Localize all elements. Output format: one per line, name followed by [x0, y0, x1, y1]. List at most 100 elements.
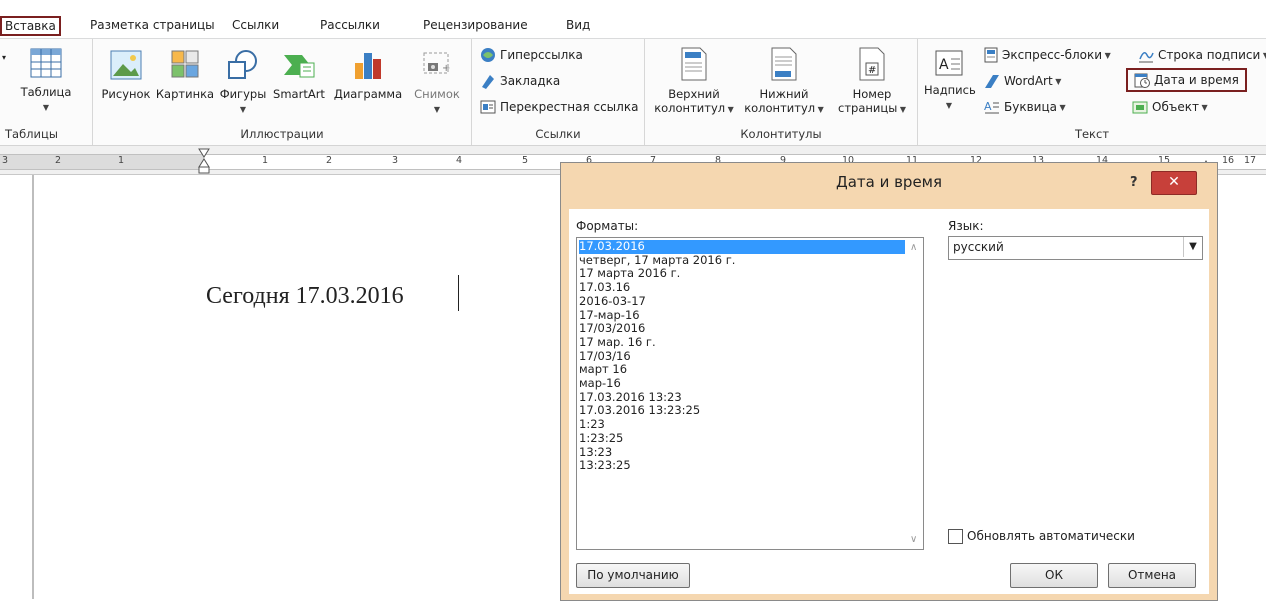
datetime-button[interactable]: Дата и время — [1126, 68, 1247, 92]
table-button[interactable]: Таблица ▼ — [8, 47, 84, 113]
table-icon — [30, 48, 62, 78]
tab-references[interactable]: Ссылки — [232, 18, 279, 32]
format-item[interactable]: 17.03.16 — [579, 280, 630, 295]
screenshot-button[interactable]: + Снимок ▼ — [407, 49, 467, 115]
clipart-button-label: Картинка — [155, 87, 215, 101]
shapes-button[interactable]: Фигуры ▼ — [217, 49, 269, 115]
help-icon[interactable]: ? — [1130, 175, 1138, 190]
svg-text:+: + — [442, 63, 450, 74]
group-text: A Надпись ▼ Экспресс-блоки ▼ WordArt ▼ A… — [918, 39, 1266, 145]
wordart-dropdown-icon: ▼ — [1052, 76, 1062, 86]
table-button-label: Таблица — [20, 85, 72, 99]
clipart-icon — [171, 50, 199, 78]
format-item[interactable]: 13:23:25 — [579, 458, 631, 473]
signature-line-button[interactable]: Строка подписи ▼ — [1138, 47, 1266, 63]
ruler-number: 1 — [118, 155, 125, 166]
tab-review[interactable]: Рецензирование — [423, 18, 528, 32]
textbox-icon: A — [935, 50, 963, 76]
dropcap-button[interactable]: A Буквица ▼ — [984, 99, 1066, 115]
ruler-number: 2 — [55, 155, 62, 166]
format-item[interactable]: 17/03/2016 — [579, 321, 645, 336]
ruler-number: 4 — [456, 155, 463, 166]
default-button[interactable]: По умолчанию — [576, 563, 690, 588]
format-item[interactable]: март 16 — [579, 363, 627, 377]
ruler-number: 2 — [326, 155, 333, 166]
table-dropdown-icon: ▼ — [42, 103, 50, 112]
page-number-button[interactable]: # Номер страницы ▼ — [831, 47, 913, 115]
chart-button-label: Диаграмма — [333, 87, 403, 101]
group-header-footer: Верхний колонтитул ▼ Нижний колонтитул ▼… — [645, 39, 918, 145]
datetime-label: Дата и время — [1154, 73, 1239, 87]
quickparts-label: Экспресс-блоки — [1002, 48, 1103, 62]
format-item[interactable]: четверг, 17 марта 2016 г. — [579, 253, 735, 268]
chart-icon — [355, 53, 381, 79]
close-button[interactable]: ✕ — [1151, 171, 1197, 195]
footer-icon — [771, 47, 797, 81]
header-button[interactable]: Верхний колонтитул ▼ — [651, 47, 737, 115]
ok-button[interactable]: ОК — [1010, 563, 1098, 588]
quickparts-button[interactable]: Экспресс-блоки ▼ — [984, 47, 1111, 63]
tab-view[interactable]: Вид — [566, 18, 590, 32]
tab-insert[interactable]: Вставка — [0, 16, 61, 36]
bookmark-label: Закладка — [500, 74, 561, 88]
tab-page-layout[interactable]: Разметка страницы — [90, 18, 215, 32]
scroll-up-icon[interactable]: ∧ — [910, 242, 917, 253]
wordart-label: WordArt — [1004, 74, 1053, 88]
ribbon-tab-bar: Вставка Разметка страницы Ссылки Рассылк… — [0, 0, 1266, 39]
format-item[interactable]: 1:23:25 — [579, 431, 623, 446]
format-item[interactable]: 13:23 — [579, 445, 612, 460]
picture-button[interactable]: Рисунок — [97, 49, 155, 101]
formats-list[interactable]: 17.03.2016 четверг, 17 марта 2016 г. 17 ма… — [576, 237, 924, 550]
chevron-down-icon[interactable]: ▼ — [1183, 237, 1202, 257]
signature-line-icon — [1139, 52, 1154, 63]
hyperlink-button[interactable]: Гиперссылка — [480, 47, 583, 63]
auto-update-checkbox[interactable] — [948, 529, 963, 544]
dialog-titlebar[interactable]: Дата и время ? ✕ — [561, 163, 1217, 203]
format-item[interactable]: 17.03.2016 13:23:25 — [579, 404, 700, 418]
formats-scrollbar[interactable]: ∧ ∨ — [906, 238, 923, 549]
format-item[interactable]: 17-мар-16 — [579, 308, 640, 323]
smartart-button-label: SmartArt — [273, 87, 325, 101]
format-item[interactable]: мар-16 — [579, 376, 621, 391]
format-item[interactable]: 2016-03-17 — [579, 294, 646, 309]
bookmark-icon — [482, 75, 494, 89]
tab-mailings[interactable]: Рассылки — [320, 18, 380, 32]
format-item[interactable]: 17.03.2016 — [579, 239, 905, 254]
format-item[interactable]: 17/03/16 — [579, 349, 631, 364]
document-text[interactable]: Сегодня 17.03.2016 — [206, 283, 404, 310]
svg-text:#: # — [868, 65, 876, 76]
shapes-dropdown-icon: ▼ — [239, 105, 247, 114]
crossref-button[interactable]: Перекрестная ссылка — [480, 99, 638, 115]
hyperlink-icon — [481, 48, 495, 62]
ribbon: ▾ Таблица ▼ Таблицы Рисунок Картинка Фиг… — [0, 39, 1266, 146]
indent-marker-icon[interactable] — [198, 148, 210, 174]
textbox-dropdown-icon: ▼ — [945, 101, 953, 110]
bookmark-button[interactable]: Закладка — [480, 73, 560, 89]
format-item[interactable]: 17.03.2016 13:23 — [579, 390, 682, 405]
footer-button[interactable]: Нижний колонтитул ▼ — [741, 47, 827, 115]
crossref-label: Перекрестная ссылка — [500, 100, 639, 114]
wordart-button[interactable]: WordArt ▼ — [984, 73, 1061, 89]
group-tables-label: Таблицы — [5, 127, 58, 141]
object-button[interactable]: Объект ▼ — [1132, 99, 1208, 115]
chart-button[interactable]: Диаграмма — [331, 49, 405, 101]
format-item[interactable]: 17 марта 2016 г. — [579, 267, 680, 281]
screenshot-dropdown-icon: ▼ — [433, 105, 441, 114]
cancel-button[interactable]: Отмена — [1108, 563, 1196, 588]
textbox-button[interactable]: A Надпись ▼ — [924, 49, 976, 111]
ruler-number: 16 — [1222, 155, 1235, 166]
footer-label-line2: колонтитул — [744, 101, 816, 115]
scroll-down-icon[interactable]: ∨ — [910, 534, 917, 545]
smartart-button[interactable]: SmartArt — [269, 49, 329, 101]
auto-update-label[interactable]: Обновлять автоматически — [967, 529, 1135, 543]
clipart-button[interactable]: Картинка — [155, 49, 215, 101]
language-select[interactable]: русский ▼ — [948, 236, 1203, 260]
format-item[interactable]: 1:23 — [579, 417, 605, 432]
ruler-number: 1 — [262, 155, 269, 166]
format-item[interactable]: 17 мар. 16 г. — [579, 335, 656, 350]
footer-dropdown-icon: ▼ — [815, 105, 824, 114]
group-links-label: Ссылки — [535, 127, 581, 141]
language-value: русский — [953, 240, 1004, 254]
header-label-line1: Верхний — [668, 87, 720, 101]
group-header-footer-label: Колонтитулы — [740, 127, 822, 141]
